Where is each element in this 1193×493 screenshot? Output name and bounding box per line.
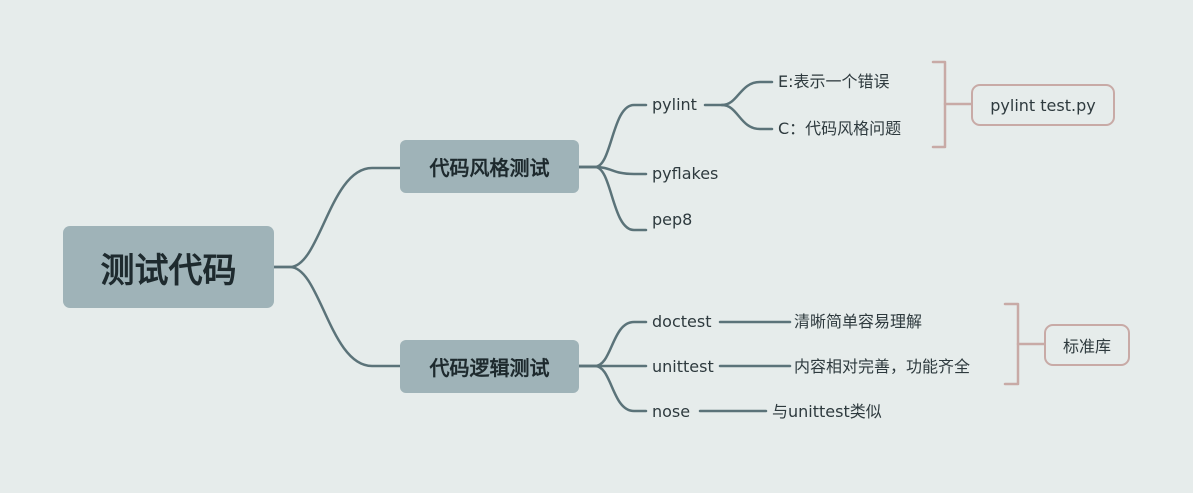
connector-root-logic [272, 265, 402, 368]
branch-label: 代码逻辑测试 [429, 356, 550, 380]
root-label: 测试代码 [100, 250, 237, 291]
leaf-pep8[interactable]: pep8 [652, 210, 692, 230]
connector-logic-nose [577, 364, 648, 413]
leaf-pylint-error[interactable]: E:表示一个错误 [778, 72, 890, 92]
connector-logic-doctest [577, 320, 648, 368]
leaf-nose-desc[interactable]: 与unittest类似 [772, 402, 882, 422]
callout-label: pylint test.py [990, 95, 1096, 115]
leaf-pylint[interactable]: pylint [652, 95, 697, 115]
branch-label: 代码风格测试 [429, 156, 550, 180]
leaf-unittest-desc[interactable]: 内容相对完善，功能齐全 [794, 357, 970, 377]
leaf-doctest[interactable]: doctest [652, 312, 711, 332]
leaf-unittest[interactable]: unittest [652, 357, 714, 377]
connector-style-pylint [577, 103, 648, 169]
connector-pylint-c [720, 103, 774, 131]
leaf-pylint-convention[interactable]: C：代码风格问题 [778, 119, 901, 139]
callout-pylint-command[interactable]: pylint test.py [971, 84, 1115, 126]
leaf-doctest-desc[interactable]: 清晰简单容易理解 [794, 312, 922, 332]
leaf-pyflakes[interactable]: pyflakes [652, 164, 718, 184]
branch-code-style-test[interactable]: 代码风格测试 [400, 140, 579, 193]
branch-code-logic-test[interactable]: 代码逻辑测试 [400, 340, 579, 393]
leaf-nose[interactable]: nose [652, 402, 690, 422]
callout-label: 标准库 [1062, 337, 1111, 356]
bracket-stdlib [1003, 302, 1020, 386]
root-node[interactable]: 测试代码 [63, 226, 274, 308]
bracket-pylint [931, 60, 947, 149]
connector-style-pep8 [577, 165, 648, 232]
connector-root-style [272, 166, 402, 269]
connector-pylint-e [720, 80, 774, 107]
callout-standard-library[interactable]: 标准库 [1044, 324, 1130, 366]
